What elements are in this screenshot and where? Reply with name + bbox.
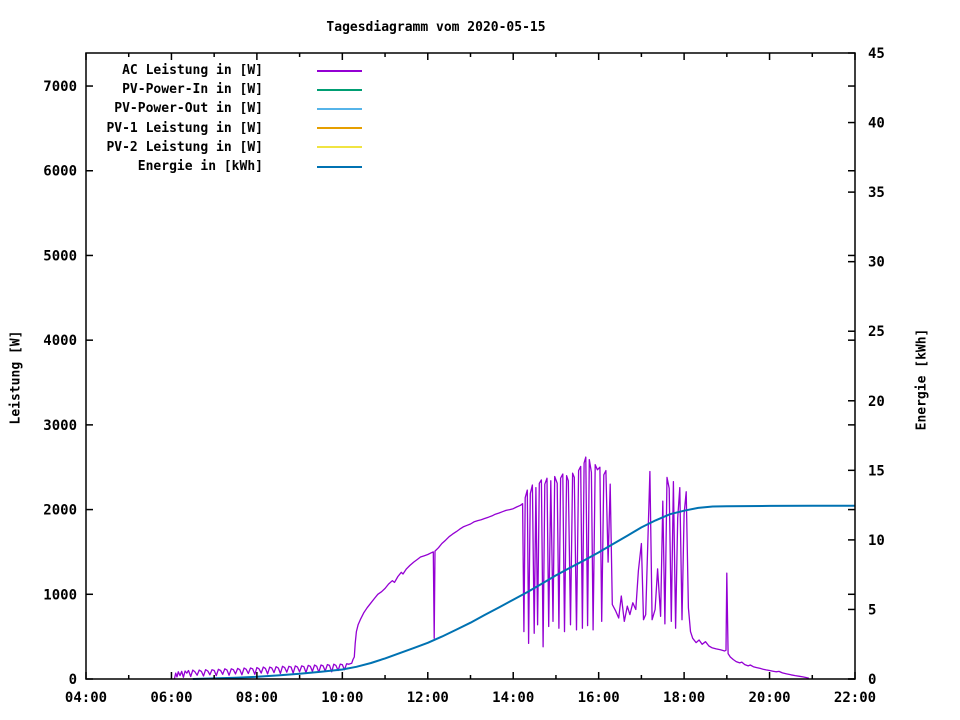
legend-label: PV-Power-In in [W] [86,82,263,97]
y2-tick-label: 5 [868,602,876,618]
legend-item: PV-1 Leistung in [W] [86,119,362,138]
legend-label: PV-1 Leistung in [W] [86,121,263,136]
y2-tick-label: 20 [868,394,885,410]
series-line [174,457,809,679]
legend-label: PV-Power-Out in [W] [86,101,263,116]
x-tick-label: 16:00 [578,690,620,706]
y2-tick-label: 25 [868,324,885,340]
legend-line-swatch [317,108,362,110]
y-tick-label: 1000 [43,587,77,603]
y-tick-label: 5000 [43,248,77,264]
x-tick-label: 04:00 [65,690,107,706]
chart-canvas: 04:00 06:00 08:00 10:00 12:00 14:00 16:00 18:00… [0,0,960,720]
legend-item: Energie in [kWh] [86,157,362,176]
x-tick-label: 08:00 [236,690,278,706]
x-tick-label: 10:00 [321,690,363,706]
legend-line-swatch [317,166,362,168]
x-tick-label: 22:00 [834,690,876,706]
y2-tick-label: 35 [868,185,885,201]
y-axis-label: Leistung [W] [9,268,24,488]
y-tick-label: 2000 [43,503,77,519]
legend-item: PV-Power-In in [W] [86,80,362,99]
x-tick-label: 20:00 [748,690,790,706]
y-tick-label: 7000 [43,79,77,95]
x-tick-label: 18:00 [663,690,705,706]
legend-label: PV-2 Leistung in [W] [86,140,263,155]
y2-tick-label: 45 [868,46,885,62]
legend-item: PV-2 Leistung in [W] [86,138,362,157]
y-tick-label: 3000 [43,418,77,434]
y2-axis-label: Energie [kWh] [915,270,930,490]
legend-item: PV-Power-Out in [W] [86,99,362,118]
legend-line-swatch [317,127,362,129]
y-tick-label: 6000 [43,164,77,180]
legend-line-swatch [317,70,362,72]
y2-axis-ticks: 0 5 10 15 20 25 30 35 40 45 [848,46,885,688]
y2-tick-label: 15 [868,463,885,479]
x-tick-label: 14:00 [492,690,534,706]
x-tick-label: 06:00 [150,690,192,706]
legend-label: AC Leistung in [W] [86,63,263,78]
chart-title: Tagesdiagramm vom 2020-05-15 [86,20,786,35]
legend-line-swatch [317,146,362,148]
legend-item: AC Leistung in [W] [86,61,362,80]
legend-label: Energie in [kWh] [86,159,263,174]
legend: AC Leistung in [W] PV-Power-In in [W] PV-P… [86,61,362,176]
x-tick-label: 12:00 [407,690,449,706]
y2-tick-label: 40 [868,116,885,132]
y2-tick-label: 0 [868,672,876,688]
legend-line-swatch [317,89,362,91]
y-tick-label: 0 [69,672,77,688]
y2-tick-label: 10 [868,533,885,549]
y-tick-label: 4000 [43,333,77,349]
y2-tick-label: 30 [868,255,885,271]
